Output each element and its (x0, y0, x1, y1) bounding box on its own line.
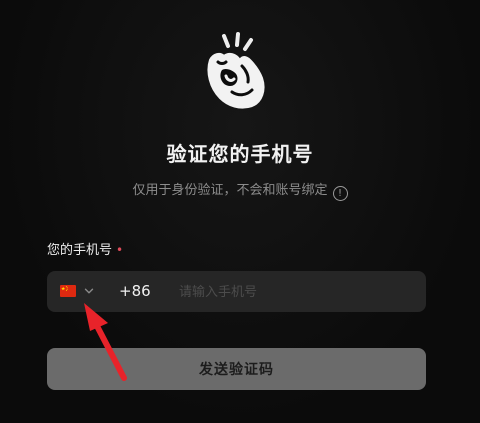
phone-field-label: 您的手机号 • (47, 239, 123, 258)
send-code-button[interactable]: 发送验证码 (47, 348, 426, 390)
phone-number-input[interactable] (177, 278, 416, 307)
page-title: 验证您的手机号 (166, 142, 314, 166)
phone-label-text: 您的手机号 (47, 243, 113, 258)
dial-code: +86 (119, 282, 151, 300)
info-icon[interactable]: ! (332, 186, 348, 201)
chevron-down-icon (84, 288, 94, 294)
ok-hand-icon (207, 32, 265, 109)
required-marker: • (116, 243, 124, 257)
subtitle-text: 仅用于身份验证，不会和账号绑定 (132, 183, 328, 198)
phone-input-container: +86 (47, 271, 426, 312)
page-subtitle: 仅用于身份验证，不会和账号绑定! (0, 179, 480, 201)
country-code-selector[interactable] (47, 271, 107, 312)
china-flag-icon (60, 285, 76, 297)
phone-verification-screen: 验证您的手机号 仅用于身份验证，不会和账号绑定! 您的手机号• +86 发送验证… (0, 0, 480, 423)
